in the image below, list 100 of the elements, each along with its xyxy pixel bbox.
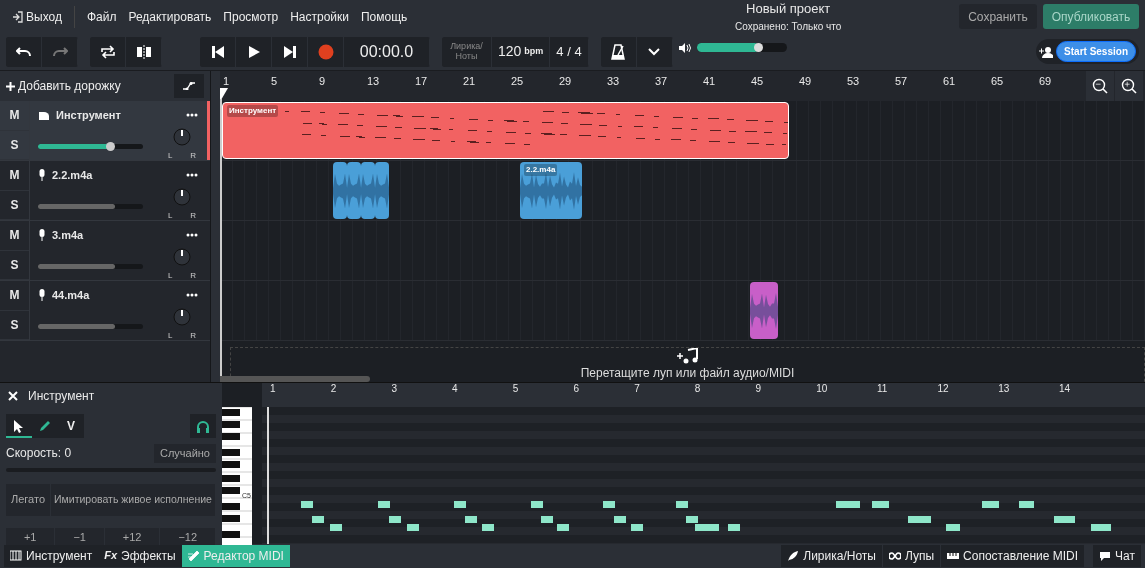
drop-hint: Перетащите луп или файл аудио/MIDI	[580, 365, 795, 382]
piano-icon	[38, 109, 50, 121]
track-name: 3.m4a	[52, 228, 84, 243]
audio-clip[interactable]	[333, 162, 347, 219]
zoom-out-button[interactable]	[1086, 71, 1114, 101]
record-button[interactable]	[308, 36, 344, 67]
menu-item[interactable]: Помощь	[355, 7, 414, 26]
audio-clip[interactable]	[347, 162, 361, 219]
transpose-button[interactable]: −12	[160, 527, 216, 548]
volume-slider[interactable]	[696, 42, 787, 52]
humanize-button[interactable]: Имитировать живое исполнение	[50, 483, 215, 516]
panel-tab[interactable]: Инструмент	[4, 544, 99, 567]
bar-number: 3	[391, 383, 398, 395]
panel-tab[interactable]: Лирика/Ноты	[781, 544, 883, 567]
menu-item[interactable]: Файл	[80, 7, 123, 26]
bar-number: 11	[876, 383, 889, 395]
redo-button[interactable]	[42, 36, 78, 67]
metronome-button[interactable]	[600, 36, 637, 67]
mute-button[interactable]: M	[0, 161, 29, 191]
menu-item[interactable]: Настройки	[284, 7, 355, 26]
automation-button[interactable]	[174, 74, 204, 98]
record-icon	[317, 43, 334, 60]
undo-button[interactable]	[6, 36, 42, 67]
microphone-icon	[38, 289, 46, 302]
track-header[interactable]: M S Инструмент L R	[0, 101, 210, 161]
track-name: Инструмент	[56, 108, 121, 123]
transpose-button[interactable]: −1	[55, 527, 105, 548]
panel-tab[interactable]: Чат	[1093, 544, 1141, 567]
exit-button[interactable]: Выход	[6, 7, 68, 26]
monitor-button[interactable]	[190, 414, 216, 438]
track-header[interactable]: M S 3.m4a L R	[0, 221, 210, 281]
menu-item[interactable]: Просмотр	[217, 7, 285, 26]
automation-icon	[182, 82, 196, 90]
microphone-icon	[38, 169, 46, 182]
save-button[interactable]: Сохранить	[959, 4, 1037, 29]
menu-item[interactable]: Редактировать	[122, 7, 218, 26]
volume-thumb[interactable]	[753, 42, 763, 52]
loop-button[interactable]	[90, 36, 126, 67]
clip-label: Инструмент	[227, 105, 279, 117]
bar-number: 29	[559, 74, 573, 89]
solo-button[interactable]: S	[0, 310, 29, 340]
bar-number: 13	[367, 74, 381, 89]
track-header[interactable]: M S 2.2.m4a L R	[0, 161, 210, 221]
volume-slider[interactable]	[38, 143, 143, 149]
more-icon[interactable]	[186, 113, 198, 118]
volume-slider[interactable]	[38, 263, 143, 269]
pan-left-label: L	[168, 332, 173, 340]
panel-tab[interactable]: Сопоставление MIDI	[941, 544, 1086, 567]
pan-knob[interactable]	[172, 247, 192, 267]
mute-button[interactable]: M	[0, 281, 29, 311]
bar-number: 10	[816, 383, 829, 395]
close-icon	[8, 391, 18, 402]
solo-button[interactable]: S	[0, 190, 29, 220]
chat-icon	[1099, 549, 1112, 562]
split-button[interactable]	[126, 36, 162, 67]
pointer-tool-button[interactable]	[6, 414, 32, 438]
solo-button[interactable]: S	[0, 250, 29, 280]
skip-back-button[interactable]	[200, 36, 236, 67]
play-button[interactable]	[236, 36, 272, 67]
audio-clip[interactable]	[750, 282, 778, 339]
horizontal-scrollbar[interactable]	[220, 376, 370, 382]
loop-icon	[99, 44, 116, 59]
velocity-label: Скорость: 0	[6, 445, 72, 463]
fx-label: Fx	[104, 548, 118, 564]
track-header[interactable]: M S 44.m4a L R	[0, 281, 210, 341]
editor-title: Инструмент	[28, 387, 95, 405]
zoom-in-button[interactable]	[1115, 71, 1143, 101]
skip-forward-button[interactable]	[272, 36, 308, 67]
undo-icon	[15, 45, 32, 58]
solo-button[interactable]: S	[0, 130, 29, 160]
lyrics-button[interactable]: Лирика/ Ноты	[442, 36, 492, 67]
audio-clip[interactable]: 2.2.m4a	[520, 162, 582, 219]
velocity-tool-button[interactable]: V	[58, 414, 84, 438]
legato-button[interactable]: Легато	[6, 483, 50, 516]
more-icon[interactable]	[186, 173, 198, 178]
dropdown-button[interactable]	[636, 36, 673, 67]
volume-slider[interactable]	[38, 203, 143, 209]
bar-number: 45	[751, 74, 765, 89]
pan-knob[interactable]	[172, 187, 192, 207]
mute-button[interactable]: M	[0, 101, 29, 131]
time-signature-button[interactable]: 4 / 4	[550, 36, 589, 67]
bar-number: 65	[991, 74, 1005, 89]
audio-clip[interactable]	[361, 162, 375, 219]
pan-left-label: L	[168, 212, 173, 220]
panel-tab[interactable]: Fx Эффекты	[98, 544, 182, 567]
panel-tab[interactable]: Лупы	[882, 544, 942, 567]
transpose-button[interactable]: +1	[6, 527, 56, 548]
volume-thumb[interactable]	[106, 141, 116, 151]
random-button[interactable]: Случайно	[153, 444, 216, 463]
more-icon[interactable]	[186, 233, 198, 238]
more-icon[interactable]	[186, 293, 198, 298]
pan-knob[interactable]	[172, 127, 192, 147]
mute-button[interactable]: M	[0, 221, 29, 251]
midi-clip[interactable]: Инструмент	[222, 102, 789, 159]
pan-knob[interactable]	[172, 307, 192, 327]
time-display: 00:00.0	[344, 36, 430, 67]
audio-clip[interactable]	[375, 162, 389, 219]
microphone-icon	[38, 229, 46, 242]
volume-slider[interactable]	[38, 323, 143, 329]
bar-number: 6	[573, 383, 580, 395]
